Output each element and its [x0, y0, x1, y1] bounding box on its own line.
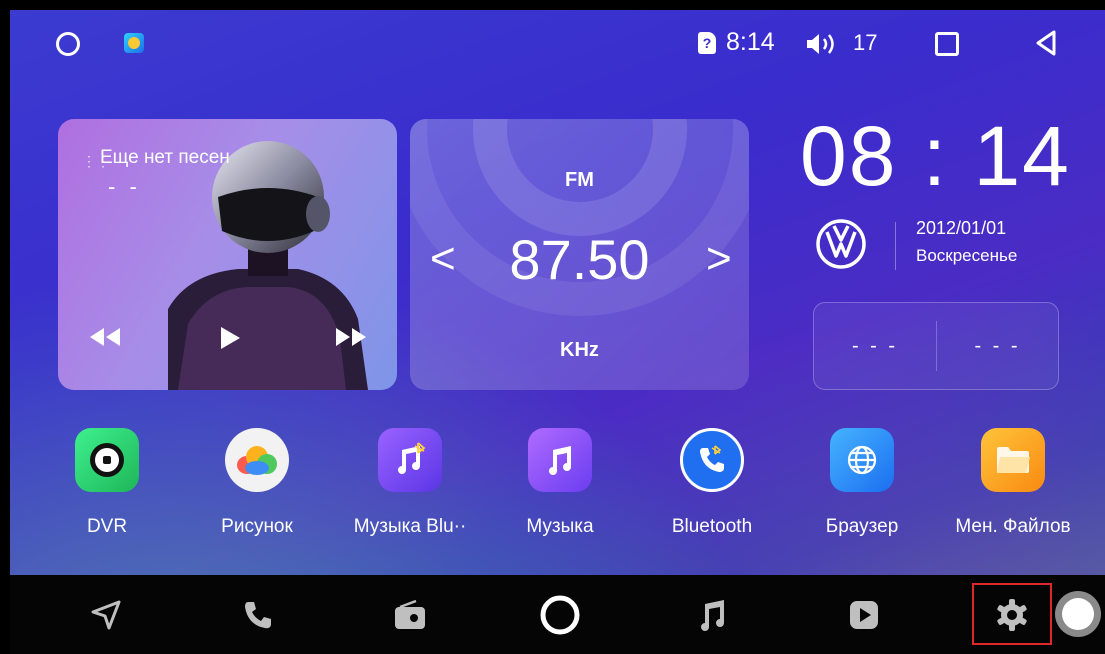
weather-right-value: - - -	[974, 335, 1021, 357]
radio-frequency: 87.50	[509, 228, 650, 291]
weather-widget[interactable]: - - - - - -	[813, 302, 1059, 390]
next-station-button[interactable]: >	[706, 234, 732, 284]
assistant-icon[interactable]	[1055, 591, 1101, 637]
app-music[interactable]: Музыка	[490, 428, 630, 538]
bluetooth-phone-icon	[680, 428, 744, 492]
frequency-unit: KHz	[560, 339, 599, 361]
status-bar: ? 8:14 17	[10, 10, 1105, 76]
file-manager-icon	[981, 428, 1045, 492]
recents-square-icon[interactable]	[935, 32, 959, 56]
app-label: Bluetooth	[671, 516, 753, 537]
app-label: Рисунок	[221, 516, 293, 537]
rewind-icon[interactable]	[88, 325, 122, 349]
weather-left-value: - - -	[851, 335, 899, 357]
dvr-icon	[75, 428, 139, 492]
play-icon[interactable]	[218, 325, 242, 351]
song-artist: - -	[108, 174, 141, 199]
app-gallery[interactable]: Рисунок	[187, 428, 327, 538]
app-bluetooth[interactable]: Bluetooth	[642, 428, 782, 538]
app-label: DVR	[86, 516, 128, 537]
date-divider	[895, 222, 896, 270]
app-label: Мен. Файлов	[955, 516, 1071, 537]
dock-bar	[10, 575, 1105, 654]
clock-date: 2012/01/01	[916, 218, 1007, 238]
album-art-figure	[168, 141, 368, 390]
app-label: Музыка Blu··	[353, 516, 467, 537]
app-browser[interactable]: Браузер	[792, 428, 932, 538]
gallery-icon	[225, 428, 289, 492]
app-bluetooth-music[interactable]: Музыка Blu··	[340, 428, 480, 538]
song-title: Еще нет песен	[100, 147, 230, 168]
home-circle-icon[interactable]	[56, 32, 80, 56]
volkswagen-logo	[816, 219, 866, 269]
bluetooth-music-icon	[378, 428, 442, 492]
app-label: Музыка	[526, 516, 594, 537]
settings-highlight-box	[972, 583, 1052, 645]
music-icon	[528, 428, 592, 492]
navigation-icon[interactable]	[78, 587, 134, 643]
volume-icon[interactable]	[805, 32, 847, 56]
app-badge-icon[interactable]	[124, 33, 144, 53]
fast-forward-icon[interactable]	[334, 325, 368, 349]
clock-time: 08 : 14	[800, 109, 1071, 203]
back-triangle-icon[interactable]	[1034, 29, 1058, 57]
volume-level: 17	[853, 30, 878, 55]
phone-icon[interactable]	[230, 587, 286, 643]
video-icon[interactable]	[836, 587, 892, 643]
app-label: Браузер	[825, 516, 899, 537]
radio-band: FM	[565, 169, 594, 191]
head-unit-screen: ? 8:14 17 ⋮⋮ Еще нет песен - - FM < 87.5…	[10, 10, 1105, 654]
clock-weekday: Воскресенье	[916, 246, 1018, 265]
music-note-icon[interactable]	[684, 587, 740, 643]
status-time: 8:14	[726, 28, 775, 56]
home-icon[interactable]	[532, 587, 588, 643]
browser-icon	[830, 428, 894, 492]
music-widget[interactable]: ⋮⋮ Еще нет песен - -	[58, 119, 397, 390]
sim-alert-icon: ?	[698, 32, 716, 54]
app-file-manager[interactable]: Мен. Файлов	[943, 428, 1083, 538]
radio-widget[interactable]: FM < 87.50 > KHz	[410, 119, 749, 390]
app-dvr[interactable]: DVR	[37, 428, 177, 538]
radio-icon[interactable]	[382, 587, 438, 643]
